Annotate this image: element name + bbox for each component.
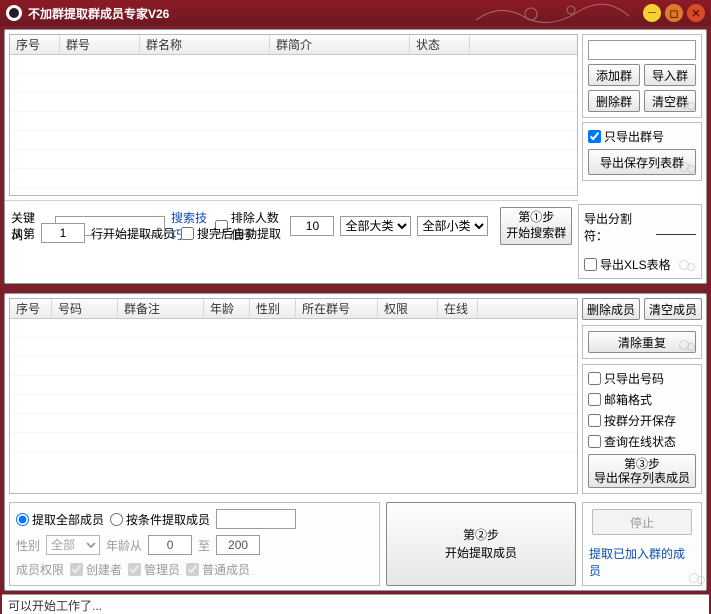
mail-format-checkbox[interactable]: 邮箱格式 [588, 391, 696, 408]
window-title: 不加群提取群成员专家V26 [28, 5, 169, 22]
extract-options: 提取全部成员 按条件提取成员 性别 全部 年龄从 至 成员权限 创建者 管理员 … [9, 502, 380, 586]
status-bar: 可以开始工作了... [2, 594, 709, 614]
add-group-button[interactable]: 添加群 [588, 64, 640, 86]
member-grid-header: 序号号码群备注年龄性别所在群号权限在线 [10, 299, 577, 319]
group-grid[interactable]: 序号群号群名称群简介状态 [9, 34, 578, 196]
only-export-number-checkbox[interactable]: 只导出号码 [588, 370, 696, 387]
from-row-input[interactable] [41, 223, 85, 243]
column-header[interactable]: 性别 [250, 299, 296, 318]
extract-all-radio[interactable]: 提取全部成员 [16, 511, 104, 528]
group-id-input[interactable] [588, 40, 696, 60]
import-group-button[interactable]: 导入群 [644, 64, 696, 86]
member-grid[interactable]: 序号号码群备注年龄性别所在群号权限在线 [9, 298, 578, 494]
column-header[interactable]: 所在群号 [296, 299, 378, 318]
auto-after-search-checkbox[interactable]: 搜完后自动提取 [181, 225, 281, 242]
delete-group-button[interactable]: 删除群 [588, 90, 640, 112]
column-header[interactable]: 状态 [410, 35, 470, 54]
export-sep-input[interactable] [656, 219, 696, 235]
column-header[interactable]: 序号 [10, 299, 52, 318]
dedupe-button[interactable]: 清除重复 [588, 331, 696, 353]
member-side-panel: 删除成员 清空成员 清除重复 只导出号码 邮箱格式 按群分开保存 查询在线状态 … [582, 298, 702, 494]
clear-group-button[interactable]: 清空群 [644, 90, 696, 112]
bottom-panel: 序号号码群备注年龄性别所在群号权限在线 删除成员 清空成员 清除重复 只导出号码… [4, 293, 707, 591]
titlebar-decoration [471, 0, 631, 26]
only-export-groupid-checkbox[interactable]: 只导出群号 [588, 128, 696, 145]
column-header[interactable]: 序号 [10, 35, 60, 54]
extract-bycond-radio[interactable]: 按条件提取成员 [110, 511, 210, 528]
column-header[interactable]: 号码 [52, 299, 118, 318]
save-by-group-checkbox[interactable]: 按群分开保存 [588, 412, 696, 429]
age-lo-input [148, 535, 192, 555]
perm-creator-checkbox: 创建者 [70, 561, 122, 578]
close-button[interactable]: ✕ [687, 4, 705, 22]
filter-bar: 关键词： 搜索技巧 排除人数低于 全部大类 全部小类 第①步开始搜索群 从第 行… [5, 200, 578, 283]
column-header[interactable]: 年龄 [204, 299, 250, 318]
from-label: 从第 [11, 225, 35, 242]
window-controls: ─ ◻ ✕ [643, 4, 705, 22]
export-save-list-group-button[interactable]: 导出保存列表群 [588, 149, 696, 175]
group-grid-body[interactable] [10, 55, 577, 195]
step2-extract-button[interactable]: 第②步开始提取成员 [386, 502, 576, 586]
gender-label: 性别 [16, 537, 40, 554]
stop-button[interactable]: 停止 [592, 509, 692, 535]
column-header[interactable]: 群简介 [270, 35, 410, 54]
gender-select: 全部 [46, 535, 100, 555]
column-header[interactable]: 群号 [60, 35, 140, 54]
column-header[interactable]: 权限 [378, 299, 438, 318]
top-panel: 序号群号群名称群简介状态 添加群 导入群 删除群 清空群 只导出群号 导出保存列… [4, 29, 707, 284]
start-extract-label: 行开始提取成员 [91, 225, 175, 242]
export-sep-label: 导出分割符： [584, 210, 650, 244]
delete-member-button[interactable]: 删除成员 [582, 298, 640, 320]
age-to-label: 至 [198, 537, 210, 554]
group-grid-header: 序号群号群名称群简介状态 [10, 35, 577, 55]
column-header[interactable]: 群名称 [140, 35, 270, 54]
step3-export-button[interactable]: 第③步导出保存列表成员 [588, 454, 696, 488]
member-grid-body[interactable] [10, 319, 577, 459]
extract-joined-link[interactable]: 提取已加入群的成员 [589, 545, 695, 579]
column-header[interactable]: 群备注 [118, 299, 204, 318]
query-online-checkbox[interactable]: 查询在线状态 [588, 433, 696, 450]
titlebar: 不加群提取群成员专家V26 ─ ◻ ✕ [0, 0, 711, 26]
export-xls-checkbox[interactable]: 导出XLS表格 [584, 256, 696, 273]
perm-normal-checkbox: 普通成员 [186, 561, 250, 578]
group-side-panel: 添加群 导入群 删除群 清空群 只导出群号 导出保存列表群 [582, 34, 702, 196]
age-hi-input [216, 535, 260, 555]
stop-box: 停止 提取已加入群的成员 [582, 502, 702, 586]
minimize-button[interactable]: ─ [643, 4, 661, 22]
column-header[interactable]: 在线 [438, 299, 478, 318]
perm-label: 成员权限 [16, 561, 64, 578]
extract-cond-input[interactable] [216, 509, 296, 529]
maximize-button[interactable]: ◻ [665, 4, 683, 22]
age-from-label: 年龄从 [106, 537, 142, 554]
app-icon [6, 5, 22, 21]
clear-member-button[interactable]: 清空成员 [644, 298, 702, 320]
perm-admin-checkbox: 管理员 [128, 561, 180, 578]
